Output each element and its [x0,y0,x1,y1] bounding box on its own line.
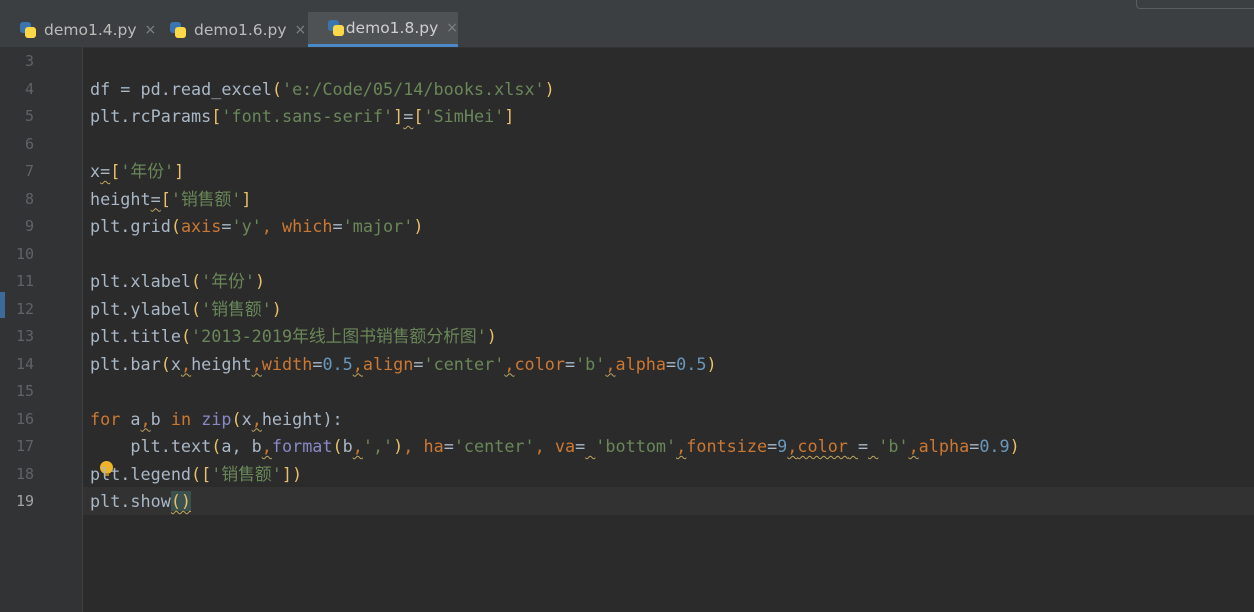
code-line-19[interactable]: plt.show() [90,488,192,516]
window-button-stub[interactable] [1136,0,1254,9]
code-line-11[interactable]: plt.xlabel('年份') [90,268,265,296]
line-number: 3 [24,52,34,70]
line-number: 7 [24,162,34,180]
line-number: 5 [24,107,34,125]
code-line-18[interactable]: plt.legend(['销售额']) [90,461,302,489]
tab-demo1-8[interactable]: demo1.8.py × [308,12,458,47]
tab-demo1-4[interactable]: demo1.4.py × [0,12,158,47]
editor-tab-bar: demo1.4.py × demo1.6.py × demo1.8.py × [0,12,1254,48]
code-line-8[interactable]: height=['销售额'] [90,186,252,214]
tab-demo1-6[interactable]: demo1.6.py × [150,12,308,47]
code-line-17[interactable]: plt.text(a, b,format(b,','), ha='center'… [90,433,1019,461]
line-number: 8 [24,189,34,208]
line-number: 15 [15,382,34,400]
line-number-gutter[interactable]: 3 4 5 6 7 8 9 10 11 12 13 14 15 16 17 18… [0,47,83,612]
line-number: 9 [24,217,34,235]
code-line-13[interactable]: plt.title('2013-2019年线上图书销售额分析图') [90,323,497,351]
code-line-14[interactable]: plt.bar(x,height,width=0.5,align='center… [90,351,717,379]
line-number: 13 [15,327,34,345]
code-line-12[interactable]: plt.ylabel('销售额') [90,296,282,324]
line-number: 10 [15,244,34,263]
code-line-5[interactable]: plt.rcParams['font.sans-serif']=['SimHei… [90,103,514,131]
code-line-7[interactable]: x=['年份'] [90,158,184,186]
line-number: 11 [15,272,34,290]
close-icon[interactable]: × [295,22,307,38]
python-file-icon [328,20,344,36]
tab-label: demo1.8.py [345,19,439,37]
tab-label: demo1.4.py [44,20,137,39]
tab-label: demo1.6.py [194,20,287,39]
code-line-16[interactable]: for a,b in zip(x,height): [90,406,343,434]
close-icon[interactable]: × [446,20,458,36]
line-number: 18 [15,464,34,483]
line-number: 14 [15,354,34,373]
title-strip [0,0,1254,12]
current-line-highlight [83,487,1254,515]
line-number: 17 [15,437,34,455]
python-file-icon [20,21,36,38]
code-line-9[interactable]: plt.grid(axis='y', which='major') [90,213,423,241]
line-number: 6 [24,134,34,153]
matched-parens: () [170,491,192,511]
line-number: 4 [24,79,34,98]
line-number-current: 19 [15,492,34,510]
line-number: 12 [15,299,34,318]
python-file-icon [170,21,186,38]
code-editor[interactable]: df = pd.read_excel('e:/Code/05/14/books.… [83,47,1254,612]
code-line-4[interactable]: df = pd.read_excel('e:/Code/05/14/books.… [90,76,555,104]
line-number: 16 [15,409,34,428]
